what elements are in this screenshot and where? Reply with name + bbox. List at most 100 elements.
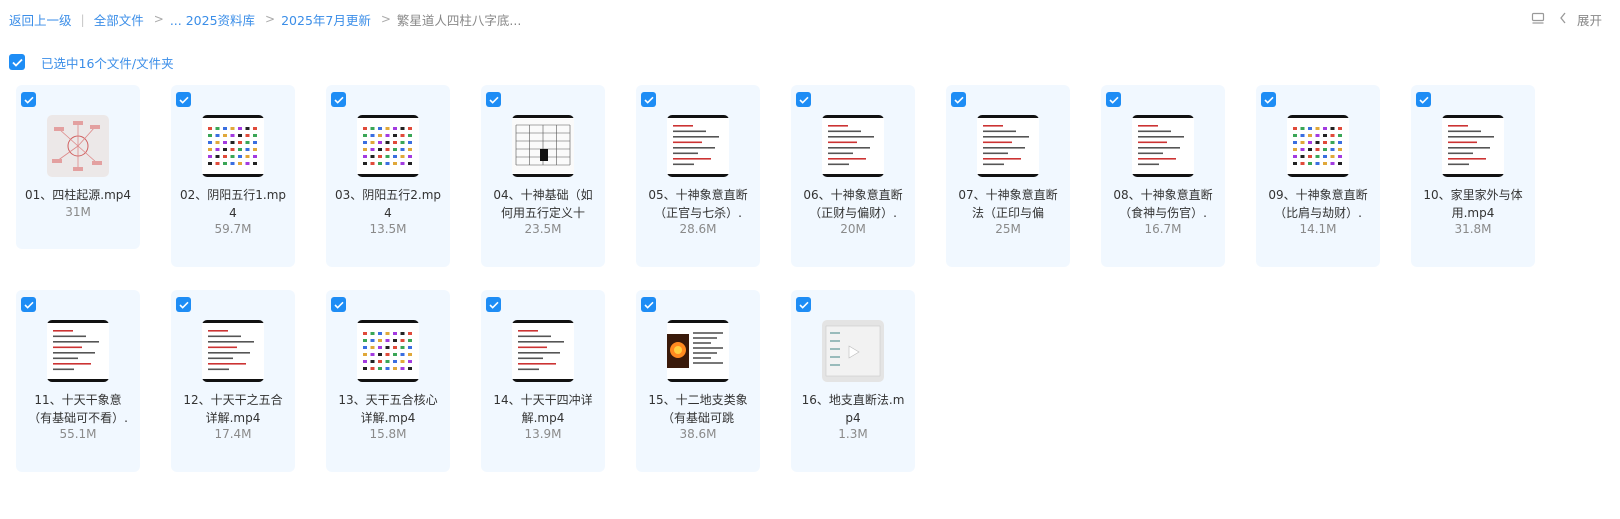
file-name: 11、十天干象意 （有基础可不看）. [20, 391, 136, 427]
video-thumbnail [667, 320, 729, 382]
select-all-checkbox[interactable] [9, 54, 25, 70]
file-card[interactable]: 04、十神基础（如 何用五行定义十 23.5M [481, 85, 605, 267]
file-name-line: （比肩与劫财）. [1274, 206, 1362, 220]
chevron-right-icon: > [380, 12, 391, 26]
file-size: 38.6M [679, 427, 717, 441]
file-checkbox[interactable] [1416, 92, 1431, 107]
file-card[interactable]: 03、阴阳五行2.mp 4 13.5M [326, 85, 450, 267]
video-thumbnail [822, 115, 884, 177]
file-card[interactable]: 09、十神象意直断 （比肩与劫财）. 14.1M [1256, 85, 1380, 267]
file-name-line: 详解.mp4 [205, 411, 261, 425]
file-size: 13.9M [524, 427, 562, 441]
file-size: 28.6M [679, 222, 717, 236]
video-thumbnail [202, 320, 264, 382]
file-checkbox[interactable] [486, 92, 501, 107]
file-size: 31.8M [1454, 222, 1492, 236]
file-checkbox[interactable] [331, 297, 346, 312]
view-controls: 展开 [1531, 0, 1602, 38]
file-card[interactable]: 10、家里家外与体 用.mp4 31.8M [1411, 85, 1535, 267]
file-size: 31M [65, 205, 91, 219]
file-name: 04、十神基础（如 何用五行定义十 [485, 186, 601, 222]
file-name-line: 4 [384, 206, 392, 220]
file-name: 14、十天干四冲详 解.mp4 [485, 391, 601, 427]
file-size: 16.7M [1144, 222, 1182, 236]
file-name: 10、家里家外与体 用.mp4 [1415, 186, 1531, 222]
file-card[interactable]: 14、十天干四冲详 解.mp4 13.9M [481, 290, 605, 472]
file-name-line: 02、阴阳五行1.mp [179, 188, 287, 202]
file-size: 15.8M [369, 427, 407, 441]
file-card[interactable]: 16、地支直断法.m p4 1.3M [791, 290, 915, 472]
file-name: 05、十神象意直断 （正官与七杀）. [640, 186, 756, 222]
file-name-line: 13、天干五合核心 [338, 393, 438, 407]
video-thumbnail [47, 320, 109, 382]
file-card[interactable]: 11、十天干象意 （有基础可不看）. 55.1M [16, 290, 140, 472]
file-name-line: （有基础可跳 [661, 411, 734, 425]
selection-count: 已选中16个文件/文件夹 [41, 55, 174, 71]
chevron-left-icon [1559, 12, 1567, 27]
file-card[interactable]: 12、十天干之五合 详解.mp4 17.4M [171, 290, 295, 472]
file-checkbox[interactable] [21, 297, 36, 312]
file-checkbox[interactable] [486, 297, 501, 312]
file-name-line: 解.mp4 [521, 411, 565, 425]
file-card[interactable]: 07、十神象意直断 法（正印与偏 25M [946, 85, 1070, 267]
file-checkbox[interactable] [1106, 92, 1121, 107]
file-name-line: （有基础可不看）. [28, 411, 128, 425]
file-name-line: 详解.mp4 [360, 411, 416, 425]
check-icon [11, 58, 23, 67]
layout-toggle-icon[interactable] [1531, 12, 1545, 26]
file-card[interactable]: 05、十神象意直断 （正官与七杀）. 28.6M [636, 85, 760, 267]
file-name-line: 03、阴阳五行2.mp [334, 188, 442, 202]
video-thumbnail [357, 115, 419, 177]
file-checkbox[interactable] [951, 92, 966, 107]
check-icon [23, 301, 34, 309]
video-thumbnail [667, 115, 729, 177]
video-thumbnail [202, 115, 264, 177]
file-card[interactable]: 06、十神象意直断 （正财与偏财）. 20M [791, 85, 915, 267]
file-card[interactable]: 02、阴阳五行1.mp 4 59.7M [171, 85, 295, 267]
file-card[interactable]: 01、四柱起源.mp4 31M [16, 85, 140, 249]
file-size: 14.1M [1299, 222, 1337, 236]
file-name: 06、十神象意直断 （正财与偏财）. [795, 186, 911, 222]
file-card[interactable]: 15、十二地支类象 （有基础可跳 38.6M [636, 290, 760, 472]
file-name: 09、十神象意直断 （比肩与劫财）. [1260, 186, 1376, 222]
check-icon [23, 96, 34, 104]
file-checkbox[interactable] [21, 92, 36, 107]
breadcrumb-library[interactable]: ... 2025资料库 [170, 10, 255, 29]
file-checkbox[interactable] [176, 297, 191, 312]
breadcrumb-all-files[interactable]: 全部文件 [94, 10, 144, 29]
file-name: 16、地支直断法.m p4 [795, 391, 911, 427]
file-size: 55.1M [59, 427, 97, 441]
file-checkbox[interactable] [176, 92, 191, 107]
check-icon [1108, 96, 1119, 104]
file-name: 08、十神象意直断 （食神与伤官）. [1105, 186, 1221, 222]
file-checkbox[interactable] [331, 92, 346, 107]
file-card[interactable]: 13、天干五合核心 详解.mp4 15.8M [326, 290, 450, 472]
file-name-line: 12、十天干之五合 [183, 393, 283, 407]
check-icon [798, 301, 809, 309]
file-checkbox[interactable] [796, 297, 811, 312]
file-checkbox[interactable] [641, 92, 656, 107]
file-name: 12、十天干之五合 详解.mp4 [175, 391, 291, 427]
file-checkbox[interactable] [796, 92, 811, 107]
breadcrumb-july-update[interactable]: 2025年7月更新 [281, 10, 371, 29]
video-thumbnail [47, 115, 109, 177]
file-name-line: 04、十神基础（如 [493, 188, 593, 202]
chevron-right-icon: > [265, 12, 276, 26]
file-checkbox[interactable] [641, 297, 656, 312]
check-icon [333, 96, 344, 104]
video-thumbnail [822, 320, 884, 382]
file-name-line: 14、十天干四冲详 [493, 393, 593, 407]
check-icon [1418, 96, 1429, 104]
expand-button[interactable]: 展开 [1559, 10, 1602, 29]
file-name-line: 15、十二地支类象 [648, 393, 748, 407]
back-link[interactable]: 返回上一级 [9, 10, 72, 29]
check-icon [643, 96, 654, 104]
check-icon [488, 96, 499, 104]
select-all-row: 已选中16个文件/文件夹 [9, 54, 174, 71]
file-checkbox[interactable] [1261, 92, 1276, 107]
check-icon [333, 301, 344, 309]
video-thumbnail [1132, 115, 1194, 177]
file-size: 23.5M [524, 222, 562, 236]
file-size: 13.5M [369, 222, 407, 236]
file-card[interactable]: 08、十神象意直断 （食神与伤官）. 16.7M [1101, 85, 1225, 267]
